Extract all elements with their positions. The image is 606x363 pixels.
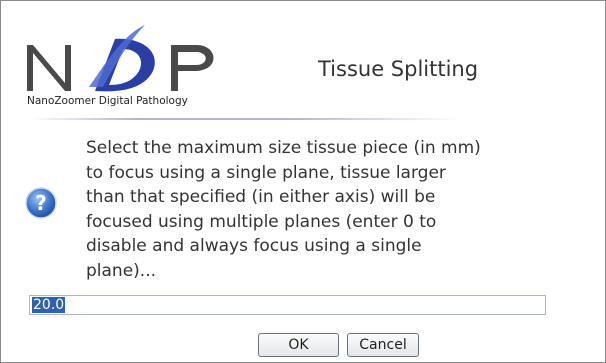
max-size-input-value: 20.0 bbox=[32, 297, 66, 313]
svg-text:?: ? bbox=[35, 191, 47, 215]
cancel-button[interactable]: Cancel bbox=[347, 333, 419, 357]
question-icon: ? bbox=[25, 187, 57, 219]
max-size-input[interactable]: 20.0 bbox=[29, 295, 546, 315]
ndp-logo-graphic bbox=[27, 25, 214, 92]
ndp-logo: NanoZoomer Digital Pathology bbox=[21, 21, 241, 115]
dialog-title: Tissue Splitting bbox=[318, 57, 479, 81]
header-divider bbox=[29, 118, 461, 120]
logo-caption: NanoZoomer Digital Pathology bbox=[27, 95, 188, 107]
ok-button[interactable]: OK bbox=[258, 333, 339, 357]
tissue-splitting-dialog: NanoZoomer Digital Pathology Tissue Spli… bbox=[0, 0, 606, 363]
dialog-message: Select the maximum size tissue piece (in… bbox=[86, 138, 481, 281]
